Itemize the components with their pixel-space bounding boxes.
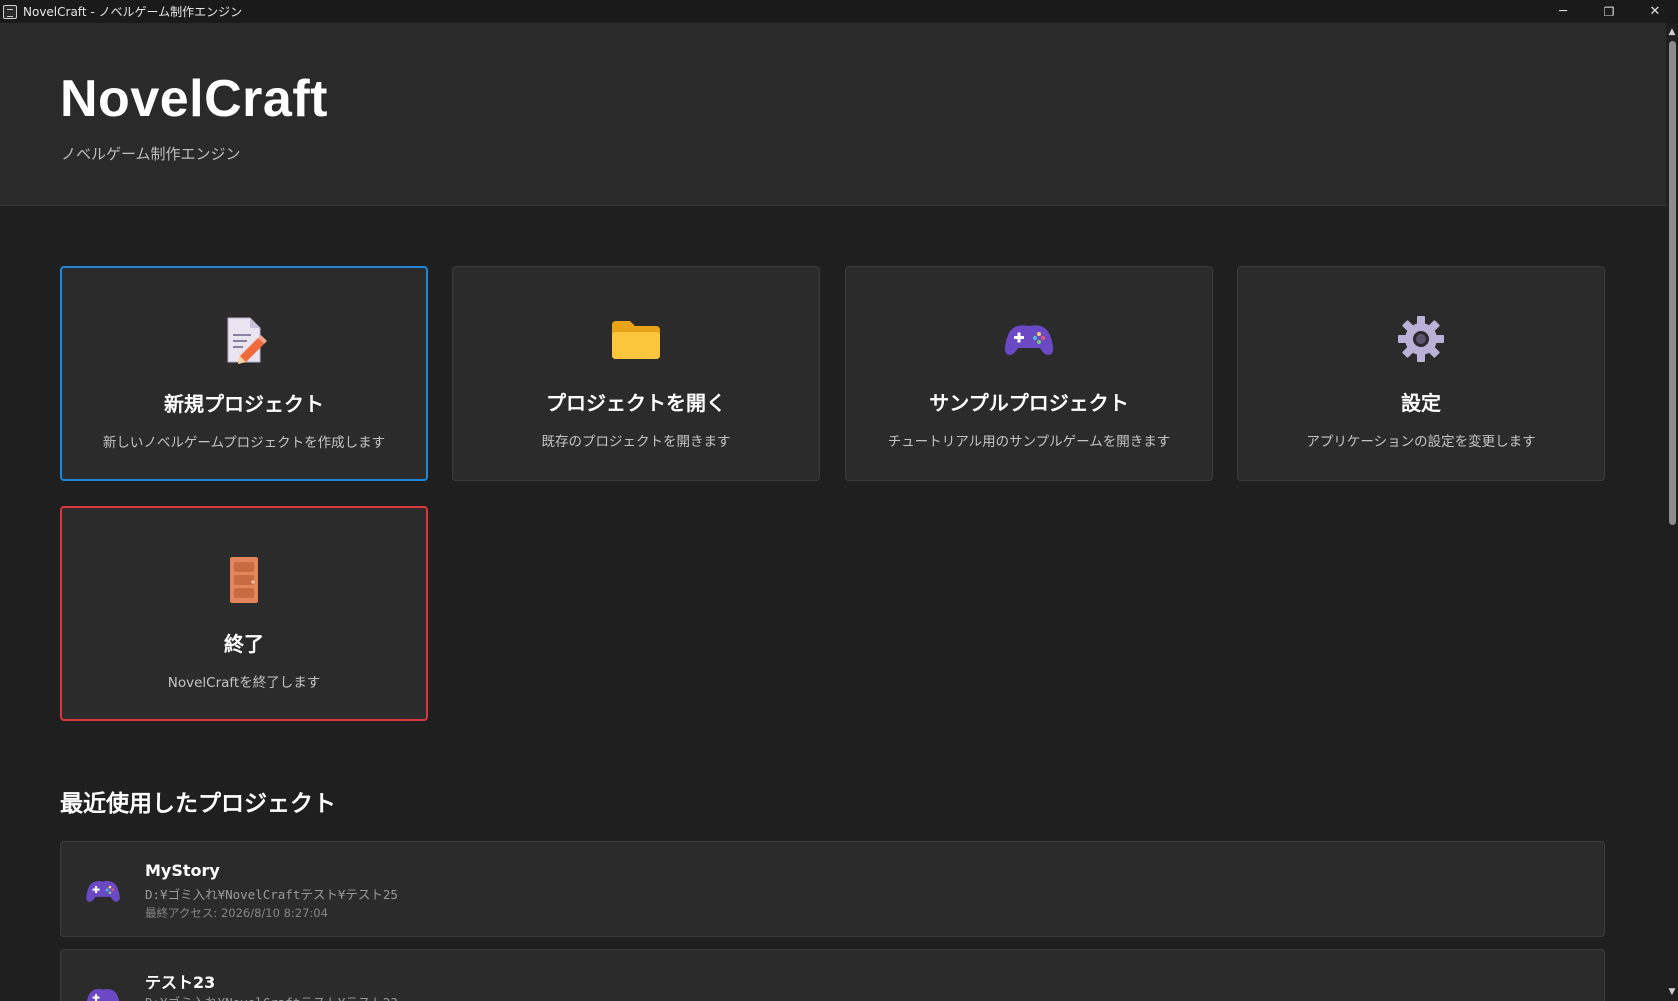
app-title: NovelCraft: [60, 70, 328, 128]
card-title: サンプルプロジェクト: [929, 391, 1129, 415]
app-header: NovelCraft ノベルゲーム制作エンジン: [0, 23, 1666, 206]
window-title: NovelCraft - ノベルゲーム制作エンジン: [23, 5, 243, 19]
sample-project-card[interactable]: サンプルプロジェクト チュートリアル用のサンプルゲームを開きます: [845, 266, 1213, 481]
app-icon: [3, 4, 17, 19]
recent-project-name: MyStory: [145, 861, 220, 880]
gamepad-icon: [1004, 325, 1054, 355]
recent-project-item[interactable]: テスト23 D:¥ゴミ入れ¥NovelCraftテスト¥テスト23: [60, 949, 1605, 1001]
card-title: 新規プロジェクト: [164, 392, 324, 416]
recent-project-last-access: 最終アクセス: 2026/8/10 8:27:04: [145, 906, 328, 920]
minimize-button[interactable]: ─: [1540, 0, 1586, 23]
window-controls: ─ ❐ ✕: [1540, 0, 1678, 23]
card-description: 既存のプロジェクトを開きます: [541, 434, 731, 450]
close-button[interactable]: ✕: [1632, 0, 1678, 23]
new-project-card[interactable]: 新規プロジェクト 新しいノベルゲームプロジェクトを作成します: [60, 266, 428, 481]
card-description: 新しいノベルゲームプロジェクトを作成します: [102, 435, 386, 451]
scrollbar-thumb[interactable]: [1669, 41, 1676, 525]
open-project-card[interactable]: プロジェクトを開く 既存のプロジェクトを開きます: [452, 266, 820, 481]
recent-project-path: D:¥ゴミ入れ¥NovelCraftテスト¥テスト25: [145, 887, 398, 902]
settings-card[interactable]: 設定 アプリケーションの設定を変更します: [1237, 266, 1605, 481]
recent-project-item[interactable]: MyStory D:¥ゴミ入れ¥NovelCraftテスト¥テスト25 最終アク…: [60, 841, 1605, 937]
card-description: アプリケーションの設定を変更します: [1306, 434, 1536, 450]
card-title: 設定: [1401, 391, 1441, 415]
restore-button[interactable]: ❐: [1586, 0, 1632, 23]
card-description: チュートリアル用のサンプルゲームを開きます: [887, 434, 1171, 450]
folder-icon: [612, 321, 660, 359]
door-icon: [230, 557, 258, 603]
card-title: プロジェクトを開く: [546, 391, 726, 415]
main-content: 新規プロジェクト 新しいノベルゲームプロジェクトを作成します プロジェクトを開く…: [0, 206, 1666, 1001]
gear-icon: [1398, 316, 1444, 362]
scroll-up-arrow-icon[interactable]: ▲: [1666, 25, 1678, 39]
scroll-down-arrow-icon[interactable]: ▼: [1666, 985, 1678, 999]
recent-projects-heading: 最近使用したプロジェクト: [60, 791, 336, 817]
vertical-scrollbar[interactable]: ▲ ▼: [1666, 23, 1678, 1001]
gamepad-icon: [86, 881, 120, 902]
card-description: NovelCraftを終了します: [167, 675, 321, 691]
document-pencil-icon: [227, 317, 267, 364]
recent-project-path: D:¥ゴミ入れ¥NovelCraftテスト¥テスト23: [145, 992, 398, 1001]
gamepad-icon: [86, 989, 120, 1001]
card-title: 終了: [224, 632, 264, 656]
title-bar: NovelCraft - ノベルゲーム制作エンジン ─ ❐ ✕: [0, 0, 1678, 23]
recent-project-name: テスト23: [145, 973, 216, 992]
app-subtitle: ノベルゲーム制作エンジン: [61, 145, 241, 163]
exit-card[interactable]: 終了 NovelCraftを終了します: [60, 506, 428, 721]
